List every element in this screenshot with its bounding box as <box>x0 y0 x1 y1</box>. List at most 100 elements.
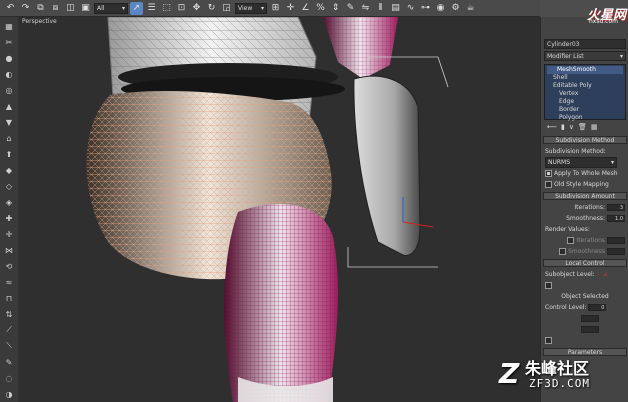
watermark-hxsd-url: hxsd.com <box>588 18 618 25</box>
sphere-icon[interactable]: ● <box>2 51 16 65</box>
stack-item-edge[interactable]: Edge <box>547 98 623 106</box>
extrude-icon[interactable]: ⬆ <box>2 147 16 161</box>
mirror-icon[interactable]: ⇋ <box>359 2 372 15</box>
window-crossing-icon[interactable]: ⊡ <box>175 2 188 15</box>
subdivision-method-dropdown[interactable]: NURMS ▾ <box>545 157 617 168</box>
schematic-icon[interactable]: ⊶ <box>419 2 432 15</box>
curve-editor-icon[interactable]: ∿ <box>404 2 417 15</box>
modifier-list-label: Modifier List <box>547 52 584 60</box>
display-control-mesh-checkbox[interactable] <box>545 337 552 344</box>
selection-filter-value: All <box>97 4 105 12</box>
perspective-viewport[interactable]: Perspective <box>18 17 540 402</box>
move-icon[interactable]: ✥ <box>190 2 203 15</box>
smoothness-spinner[interactable]: 1.0 <box>607 215 625 222</box>
stack-item-editable-poly[interactable]: Editable Poly <box>547 82 623 90</box>
old-style-mapping-row: Old Style Mapping <box>545 180 625 189</box>
redo-icon[interactable]: ↷ <box>19 2 32 15</box>
apply-whole-mesh-row: Apply To Whole Mesh <box>545 169 625 178</box>
stack-item-border[interactable]: Border <box>547 106 623 114</box>
relax-icon[interactable]: ≈ <box>2 275 16 289</box>
quickslice-icon[interactable]: ⟍ <box>2 339 16 353</box>
target-weld-icon[interactable]: ✛ <box>2 227 16 241</box>
configure-modifier-icon[interactable]: ▦ <box>591 123 598 133</box>
pivot-icon[interactable]: ⊞ <box>269 2 282 15</box>
reference-coord-dropdown[interactable]: View ▾ <box>235 2 267 14</box>
grow-icon[interactable]: ▲ <box>2 99 16 113</box>
render-smoothness-spinner[interactable] <box>607 248 625 255</box>
link-icon[interactable]: ⧉ <box>34 2 47 15</box>
object-name-field[interactable]: Cylinder03 <box>544 39 626 49</box>
spinner-snap-icon[interactable]: ⇕ <box>329 2 342 15</box>
make-unique-icon[interactable]: ∨ <box>569 123 574 133</box>
loop-icon[interactable]: ◐ <box>2 67 16 81</box>
rollout-local-control[interactable]: Local Control <box>543 259 627 267</box>
angle-snap-icon[interactable]: ∠ <box>299 2 312 15</box>
chevron-down-icon: ▾ <box>619 52 623 60</box>
chamfer-icon[interactable]: ◈ <box>2 195 16 209</box>
old-style-mapping-label: Old Style Mapping <box>554 181 609 188</box>
remove-modifier-icon[interactable]: 🗑 <box>578 123 587 133</box>
render-iterations-checkbox[interactable] <box>567 237 575 244</box>
selection-filter-dropdown[interactable]: All ▾ <box>94 2 128 14</box>
show-end-result-icon[interactable]: ▮ <box>561 123 565 133</box>
render-setup-icon[interactable]: ⚙ <box>449 2 462 15</box>
cut-icon[interactable]: ✂ <box>2 35 16 49</box>
chevron-down-icon: ▾ <box>260 4 264 12</box>
inset-icon[interactable]: ◇ <box>2 179 16 193</box>
named-selection-icon[interactable]: ✎ <box>344 2 357 15</box>
weight-spinner[interactable] <box>581 326 599 333</box>
poly-model-icon[interactable]: ▦ <box>2 19 16 33</box>
watermark-zf3d-title: 朱峰社区 <box>525 359 590 378</box>
select-icon[interactable]: ➚ <box>130 1 143 15</box>
subdivision-method-label: Subdivision Method: <box>545 148 606 155</box>
stack-item-vertex[interactable]: Vertex <box>547 90 623 98</box>
scale-icon[interactable]: ◲ <box>220 2 233 15</box>
rollout-subdivision-amount[interactable]: Subdivision Amount <box>543 192 627 200</box>
ring-icon[interactable]: ◎ <box>2 83 16 97</box>
bridge-icon[interactable]: ⌂ <box>2 131 16 145</box>
stack-item-meshsmooth[interactable]: MeshSmooth <box>547 66 623 74</box>
old-style-mapping-checkbox[interactable] <box>545 181 552 188</box>
command-panel: Cylinder03 Modifier List ▾ MeshSmooth She… <box>540 17 628 402</box>
rollout-subdivision-method[interactable]: Subdivision Method <box>543 136 627 144</box>
shrink-icon[interactable]: ▼ <box>2 115 16 129</box>
hide-icon[interactable]: ◑ <box>2 387 16 401</box>
connect-icon[interactable]: ⋈ <box>2 243 16 257</box>
undo-icon[interactable]: ↶ <box>4 2 17 15</box>
crease-spinner[interactable] <box>581 315 599 322</box>
modifier-list-dropdown[interactable]: Modifier List ▾ <box>544 51 626 61</box>
select-by-name-icon[interactable]: ☰ <box>145 2 158 15</box>
rotate-icon[interactable]: ↻ <box>205 2 218 15</box>
slice-icon[interactable]: ⟋ <box>2 323 16 337</box>
region-select-icon[interactable]: ⬚ <box>160 2 173 15</box>
render-icon[interactable]: ☕ <box>464 2 477 15</box>
apply-whole-mesh-checkbox[interactable] <box>545 170 552 177</box>
material-editor-icon[interactable]: ◉ <box>434 2 447 15</box>
percent-snap-icon[interactable]: % <box>314 2 327 15</box>
subdivision-method-row: NURMS ▾ <box>545 157 625 168</box>
flip-icon[interactable]: ⇅ <box>2 307 16 321</box>
render-iterations-spinner[interactable] <box>607 237 625 244</box>
ignore-backfacing-checkbox[interactable] <box>545 282 552 289</box>
bevel-icon[interactable]: ◆ <box>2 163 16 177</box>
weld-icon[interactable]: ✚ <box>2 211 16 225</box>
vertex-level-icon[interactable]: ∴ <box>597 271 601 278</box>
filter-icon[interactable]: ▣ <box>79 2 92 15</box>
edge-level-icon[interactable]: ⊿ <box>603 271 608 278</box>
render-smoothness-checkbox[interactable] <box>559 248 567 255</box>
control-level-spinner[interactable]: 0 <box>588 304 607 311</box>
cap-icon[interactable]: ⊓ <box>2 291 16 305</box>
stack-item-polygon[interactable]: Polygon <box>547 114 623 122</box>
swift-loop-icon[interactable]: ⟲ <box>2 259 16 273</box>
viewport-label[interactable]: Perspective <box>22 18 57 25</box>
pin-stack-icon[interactable]: ⟵ <box>547 123 557 133</box>
stack-item-shell[interactable]: Shell <box>547 74 623 82</box>
unlink-icon[interactable]: ⧈ <box>49 2 62 15</box>
iterations-spinner[interactable]: 3 <box>607 204 625 211</box>
paint-icon[interactable]: ✎ <box>2 355 16 369</box>
layers-icon[interactable]: ▤ <box>389 2 402 15</box>
bind-icon[interactable]: ◫ <box>64 2 77 15</box>
align-icon[interactable]: ⫴ <box>374 2 387 15</box>
snap-icon[interactable]: ✛ <box>284 2 297 15</box>
smooth-icon[interactable]: ◌ <box>2 371 16 385</box>
